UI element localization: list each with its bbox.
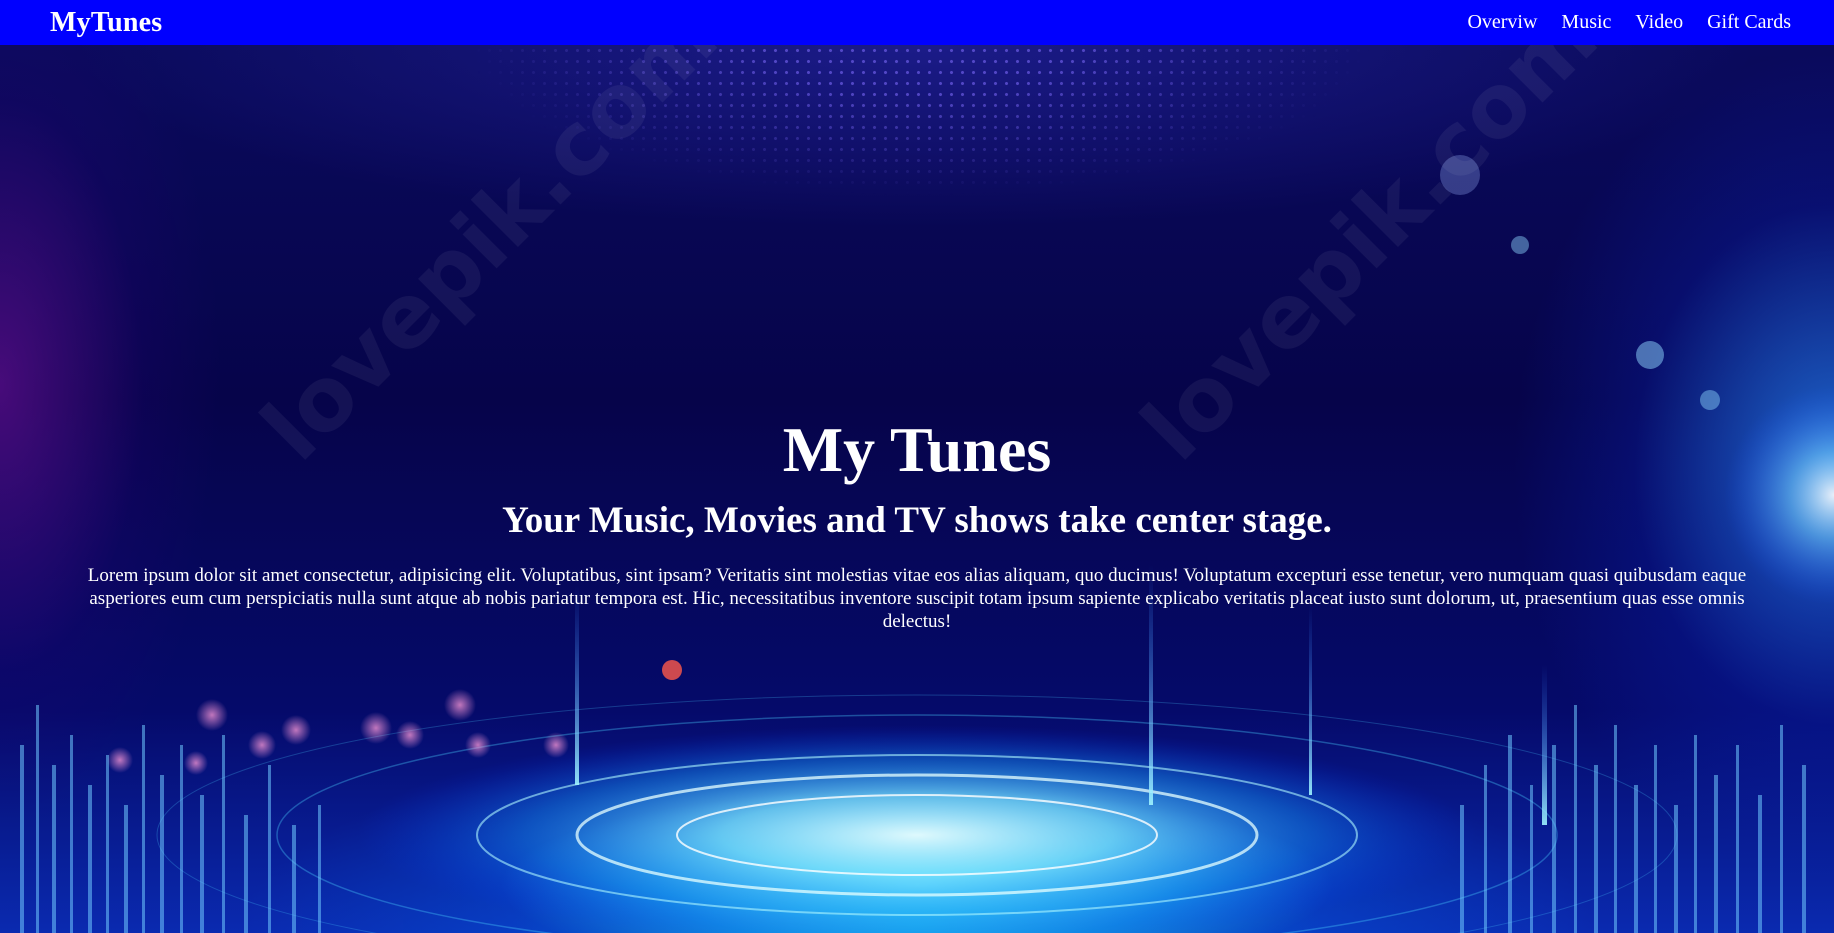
nav-link-video[interactable]: Video (1635, 11, 1683, 34)
nav-link-music[interactable]: Music (1561, 11, 1611, 34)
hero-content: My Tunes Your Music, Movies and TV shows… (60, 414, 1774, 633)
light-beam (1542, 665, 1547, 825)
hero-section: lovepik.com lovepik.com My Tunes Your Mu… (0, 45, 1834, 933)
nav-links: Overviw Music Video Gift Cards (1467, 11, 1791, 34)
hero-subtitle: Your Music, Movies and TV shows take cen… (502, 500, 1332, 542)
nav-link-overview[interactable]: Overviw (1467, 11, 1537, 34)
lens-flare (1511, 236, 1529, 254)
light-beam (1309, 605, 1312, 795)
right-equalizer (1460, 705, 1806, 933)
left-equalizer (20, 705, 321, 933)
lens-flare (1636, 341, 1664, 369)
lens-flare (1700, 390, 1720, 410)
brand-logo[interactable]: MyTunes (50, 7, 162, 39)
hero-title: My Tunes (782, 414, 1052, 485)
hero-description: Lorem ipsum dolor sit amet consectetur, … (87, 564, 1747, 632)
nav-link-gift-cards[interactable]: Gift Cards (1707, 11, 1791, 34)
navbar: MyTunes Overviw Music Video Gift Cards (0, 0, 1834, 45)
